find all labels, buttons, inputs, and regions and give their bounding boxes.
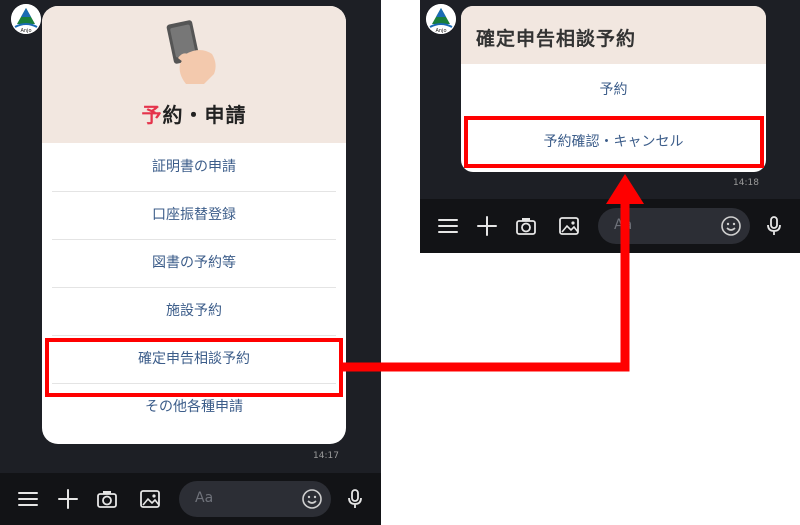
message-input-placeholder: Aa <box>614 217 633 233</box>
phone-hand-icon <box>166 20 216 84</box>
card-header: 確定申告相談予約 <box>461 6 766 64</box>
menu-icon[interactable] <box>436 214 460 238</box>
plus-icon[interactable] <box>475 214 499 238</box>
chat-input-bar: Aa <box>0 473 381 525</box>
message-input[interactable]: Aa <box>179 481 331 517</box>
svg-text:Anjo: Anjo <box>435 28 446 34</box>
anjo-logo-icon: Anjo <box>426 4 456 34</box>
message-input-placeholder: Aa <box>195 490 214 506</box>
emoji-icon[interactable] <box>301 488 323 510</box>
message-timestamp: 14:17 <box>313 451 339 461</box>
menu-item-reserve[interactable]: 予約 <box>461 64 766 116</box>
menu-item-certificate[interactable]: 証明書の申請 <box>42 143 346 191</box>
mic-icon[interactable] <box>343 487 367 511</box>
anjo-avatar[interactable]: Anjo <box>11 4 41 34</box>
svg-text:Anjo: Anjo <box>20 28 31 34</box>
card-title-accent: 予 <box>141 103 163 127</box>
menu-item-library[interactable]: 図書の予約等 <box>42 239 346 287</box>
highlight-box-confirm-cancel <box>464 116 764 168</box>
menu-item-account-transfer[interactable]: 口座振替登録 <box>42 191 346 239</box>
card-title-rest: 約・申請 <box>162 103 247 127</box>
highlight-box-tax-consultation <box>45 338 343 397</box>
image-icon[interactable] <box>557 214 581 238</box>
menu-icon[interactable] <box>16 487 40 511</box>
left-chat-screen: Anjo 予約・申請 証明書の申請 口座振替登録 図書の予約等 施設予約 確定申… <box>0 0 381 525</box>
card-hero: 予約・申請 <box>42 6 346 143</box>
camera-icon[interactable] <box>514 214 538 238</box>
menu-item-facility[interactable]: 施設予約 <box>42 287 346 335</box>
anjo-logo-icon: Anjo <box>11 4 41 34</box>
chat-input-bar: Aa <box>420 199 800 253</box>
card-title: 予約・申請 <box>42 99 346 128</box>
camera-icon[interactable] <box>95 487 119 511</box>
mic-icon[interactable] <box>762 214 786 238</box>
message-input[interactable]: Aa <box>598 208 750 244</box>
message-timestamp: 14:18 <box>733 178 759 188</box>
emoji-icon[interactable] <box>720 215 742 237</box>
image-icon[interactable] <box>138 487 162 511</box>
anjo-avatar[interactable]: Anjo <box>426 4 456 34</box>
plus-icon[interactable] <box>56 487 80 511</box>
